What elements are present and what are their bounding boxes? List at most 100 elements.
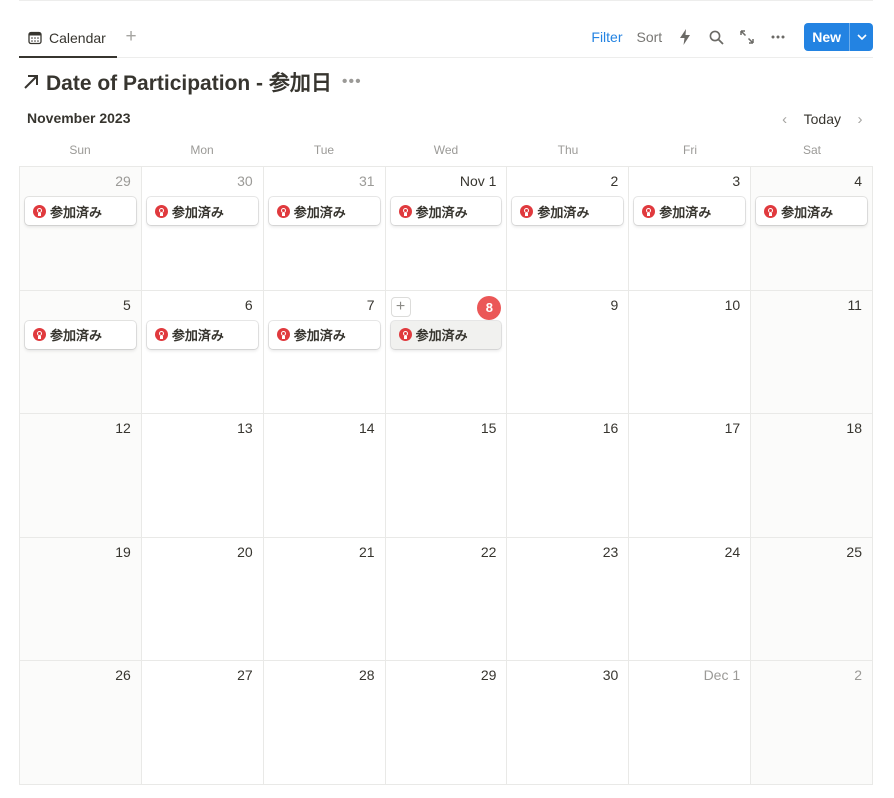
filter-button[interactable]: Filter — [591, 29, 622, 45]
day-number: 25 — [846, 543, 862, 560]
event-title: 参加済み — [537, 205, 590, 221]
new-button-group: New — [804, 23, 873, 51]
search-icon[interactable] — [707, 28, 725, 46]
event-card[interactable]: 参加済み — [268, 197, 380, 225]
calendar-day-cell[interactable]: 22 — [385, 537, 508, 662]
calendar-day-cell[interactable]: 7 参加済み — [263, 290, 386, 415]
more-icon[interactable] — [769, 28, 787, 46]
event-card[interactable]: 参加済み — [756, 197, 867, 225]
calendar-day-cell[interactable]: 10 — [629, 290, 752, 415]
calendar-day-cell[interactable]: 17 — [629, 414, 752, 538]
day-number: 6 — [244, 296, 253, 313]
calendar-day-cell[interactable]: 2 参加済み — [507, 167, 630, 291]
event-title: 参加済み — [659, 205, 712, 221]
event-card[interactable]: 参加済み — [634, 197, 746, 225]
day-number: 30 — [602, 667, 619, 684]
event-card[interactable]: 参加済み — [268, 320, 380, 349]
day-number: 16 — [602, 420, 619, 437]
event-card[interactable]: 参加済み — [146, 320, 258, 349]
add-event-icon[interactable]: + — [390, 296, 411, 317]
calendar-day-cell[interactable]: 19 — [20, 537, 142, 662]
event-card[interactable]: 参加済み — [512, 197, 624, 225]
calendar-day-cell[interactable]: 13 — [141, 414, 264, 538]
calendar-day-cell[interactable]: 26 — [20, 661, 142, 785]
event-badge-icon — [276, 204, 290, 218]
calendar-icon — [28, 31, 42, 45]
calendar-day-cell[interactable]: 6 参加済み — [141, 290, 264, 415]
calendar-day-cell[interactable]: 30 — [507, 661, 630, 785]
day-number: 27 — [237, 667, 253, 684]
event-title: 参加済み — [781, 205, 834, 221]
calendar-day-cell[interactable]: Nov 1 参加済み — [385, 167, 508, 291]
new-button[interactable]: New — [804, 23, 849, 51]
chevron-right-icon[interactable]: › — [851, 111, 869, 128]
calendar-day-cell[interactable]: 30 参加済み — [141, 167, 264, 291]
calendar-day-cell[interactable]: 16 — [507, 414, 630, 538]
day-number: 30 — [237, 173, 253, 189]
page-title-row: Date of Participation - 参加日 ••• — [22, 66, 362, 98]
arrow-up-right-icon[interactable] — [22, 73, 40, 91]
event-card[interactable]: 参加済み — [146, 197, 258, 225]
calendar-day-cell[interactable]: 12 — [20, 414, 142, 538]
event-card[interactable]: 参加済み — [390, 197, 502, 225]
day-number: 15 — [480, 420, 497, 437]
calendar-day-cell-today[interactable]: +8 参加済み — [385, 290, 508, 415]
calendar-day-cell[interactable]: 21 — [263, 537, 386, 662]
calendar-day-cell[interactable]: Dec 1 — [629, 661, 752, 785]
calendar-day-cell[interactable]: 24 — [629, 537, 752, 662]
calendar-day-cell[interactable]: 28 — [263, 661, 386, 785]
expand-icon[interactable] — [738, 28, 756, 46]
calendar-day-cell[interactable]: 11 — [751, 290, 873, 415]
calendar-day-cell[interactable]: 4 参加済み — [751, 167, 873, 291]
day-number: 4 — [854, 173, 862, 189]
day-number: 5 — [123, 296, 131, 313]
day-number: 12 — [115, 420, 131, 437]
add-view-icon[interactable]: + — [121, 27, 141, 48]
sort-button[interactable]: Sort — [637, 29, 663, 45]
calendar-day-cell[interactable]: 29 参加済み — [20, 167, 142, 291]
day-number: 21 — [358, 543, 375, 560]
calendar-day-cell[interactable]: 18 — [751, 414, 873, 538]
tab-calendar[interactable]: Calendar — [19, 20, 117, 58]
day-number: 13 — [237, 420, 253, 437]
weekday-tue: Tue — [313, 143, 335, 157]
event-title: 参加済み — [171, 329, 224, 345]
calendar-day-cell[interactable]: 23 — [507, 537, 630, 662]
page-title[interactable]: Date of Participation - 参加日 — [46, 67, 332, 97]
event-card[interactable]: 参加済み — [25, 320, 136, 349]
event-badge-icon — [398, 204, 412, 218]
month-navigation: ‹ Today › — [776, 108, 869, 130]
day-number: 7 — [366, 296, 375, 313]
lightning-icon[interactable] — [676, 28, 694, 46]
toolbar: Filter Sort New — [591, 22, 873, 52]
event-badge-icon — [154, 328, 168, 342]
event-title: 参加済み — [50, 329, 103, 345]
day-number: 20 — [237, 543, 253, 560]
chevron-left-icon[interactable]: ‹ — [776, 111, 794, 128]
calendar-day-cell[interactable]: 25 — [751, 537, 873, 662]
weekday-fri: Fri — [683, 143, 697, 157]
weekday-mon: Mon — [190, 143, 214, 157]
event-badge-icon — [33, 328, 46, 342]
view-tab-bar: Calendar + Filter Sort New — [19, 20, 873, 58]
day-number: 14 — [358, 420, 375, 437]
calendar-day-cell[interactable]: 2 — [751, 661, 873, 785]
calendar-day-cell[interactable]: 27 — [141, 661, 264, 785]
calendar-day-cell[interactable]: 29 — [385, 661, 508, 785]
calendar-day-cell[interactable]: 5 参加済み — [20, 290, 142, 415]
event-card[interactable]: 参加済み — [25, 197, 136, 225]
today-button[interactable]: Today — [804, 111, 841, 127]
event-badge-icon — [764, 204, 778, 218]
calendar-day-cell[interactable]: 31 参加済み — [263, 167, 386, 291]
calendar-day-cell[interactable]: 20 — [141, 537, 264, 662]
title-more-icon[interactable]: ••• — [342, 73, 362, 91]
chevron-down-icon[interactable] — [850, 23, 873, 51]
calendar-day-cell[interactable]: 14 — [263, 414, 386, 538]
calendar-day-cell[interactable]: 15 — [385, 414, 508, 538]
day-number: 9 — [610, 296, 619, 313]
calendar-day-cell[interactable]: 3 参加済み — [629, 167, 752, 291]
calendar-day-cell[interactable]: 9 — [507, 290, 630, 415]
event-card[interactable]: 参加済み — [390, 320, 502, 349]
day-number: Dec 1 — [703, 667, 741, 684]
day-number: 29 — [480, 667, 497, 684]
